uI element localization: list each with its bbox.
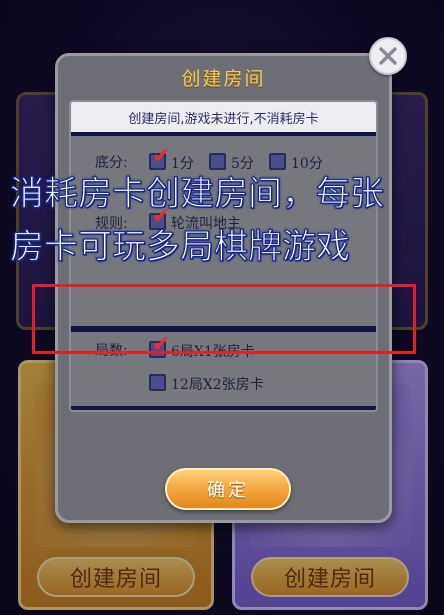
close-button[interactable] (369, 37, 407, 75)
highlight-box (32, 284, 416, 354)
dialog-title: 创建房间 (181, 68, 266, 90)
checkmark-icon: ✔ (152, 144, 171, 169)
notice-bar: 创建房间,游戏未进行,不消耗房卡 (71, 102, 376, 132)
confirm-button[interactable]: 确定 (165, 468, 291, 510)
rounds-12-checkbox[interactable] (149, 374, 166, 391)
caption-line-1: 消耗房卡创建房间，每张 (9, 173, 384, 214)
caption-line-2: 房卡可玩多局棋牌游戏 (9, 226, 350, 267)
rounds-12-label: 12局X2张房卡 (171, 377, 264, 393)
close-icon (379, 47, 397, 65)
